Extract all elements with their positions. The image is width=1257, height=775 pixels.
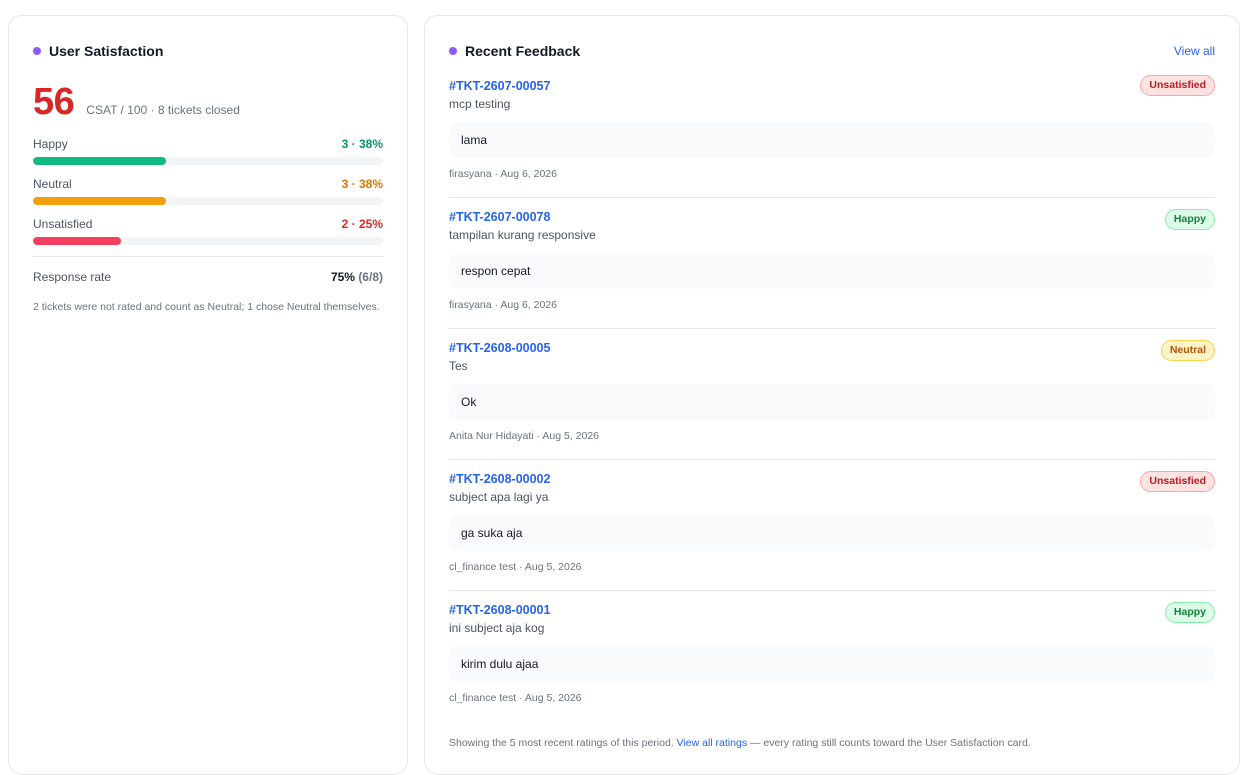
feedback-item: #TKT-2608-00005 Tes Ok Anita Nur Hidayat…: [449, 329, 1215, 460]
progress-fill: [33, 237, 121, 245]
distribution-row-unsatisfied: Unsatisfied 2 · 25%: [33, 216, 383, 256]
distribution-value: 3 · 38%: [341, 137, 383, 151]
ticket-subject: subject apa lagi ya: [449, 490, 549, 504]
distribution-label: Unsatisfied: [33, 217, 93, 231]
feedback-item: #TKT-2608-00002 subject apa lagi ya ga s…: [449, 460, 1215, 591]
feedback-item: #TKT-2607-00057 mcp testing lama firasya…: [449, 74, 1215, 198]
card-header: Recent Feedback View all: [449, 42, 1215, 60]
progress-fill: [33, 157, 166, 165]
feedback-comment: lama: [449, 122, 1215, 158]
feedback-meta: cl_finance test · Aug 5, 2026: [449, 561, 582, 573]
ticket-link[interactable]: #TKT-2607-00078: [449, 209, 1215, 225]
distribution-value: 3 · 38%: [341, 177, 383, 191]
view-all-ratings-link[interactable]: View all ratings: [677, 737, 747, 749]
distribution-label: Neutral: [33, 177, 72, 191]
footer-suffix: — every rating still counts toward the U…: [750, 737, 1031, 749]
csat-score: 56: [33, 81, 75, 123]
response-rate-label: Response rate: [33, 270, 112, 284]
feedback-meta: firasyana · Aug 6, 2026: [449, 299, 557, 311]
feedback-meta: cl_finance test · Aug 5, 2026: [449, 692, 582, 704]
ticket-link[interactable]: #TKT-2608-00005: [449, 340, 1215, 356]
feedback-comment: Ok: [449, 384, 1215, 420]
progress-track: [33, 157, 383, 165]
ticket-link[interactable]: #TKT-2607-00057: [449, 78, 1215, 94]
feedback-comment: ga suka aja: [449, 515, 1215, 551]
status-dot-icon: [449, 47, 457, 55]
score-row: 56 CSAT / 100 · 8 tickets closed: [33, 82, 383, 122]
feedback-list: #TKT-2607-00057 mcp testing lama firasya…: [449, 74, 1215, 722]
feedback-meta: Anita Nur Hidayati · Aug 5, 2026: [449, 430, 600, 442]
recent-feedback-card: Recent Feedback View all #TKT-2607-00057…: [424, 15, 1240, 775]
feedback-comment: respon cepat: [449, 253, 1215, 289]
feedback-comment: kirim dulu ajaa: [449, 646, 1215, 682]
ticket-link[interactable]: #TKT-2608-00002: [449, 471, 1215, 487]
progress-fill: [33, 197, 166, 205]
ticket-subject: ini subject aja kog: [449, 621, 545, 635]
card-title: User Satisfaction: [49, 43, 164, 59]
score-caption: CSAT / 100 · 8 tickets closed: [86, 103, 240, 117]
feedback-item: #TKT-2608-00001 ini subject aja kog kiri…: [449, 591, 1215, 722]
divider: [33, 256, 383, 257]
distribution-row-neutral: Neutral 3 · 38%: [33, 176, 383, 216]
footer-prefix: Showing the 5 most recent ratings of thi…: [449, 737, 674, 749]
rating-badge: Happy: [1164, 602, 1215, 623]
card-header: User Satisfaction: [33, 42, 383, 60]
ticket-link[interactable]: #TKT-2608-00001: [449, 602, 1215, 618]
rating-badge: Unsatisfied: [1140, 75, 1215, 96]
ticket-subject: mcp testing: [449, 97, 511, 111]
rating-distribution: Happy 3 · 38% Neutral 3 · 38% Unsatisfie…: [33, 136, 383, 256]
user-satisfaction-card: User Satisfaction 56 CSAT / 100 · 8 tick…: [8, 15, 408, 775]
rating-badge: Unsatisfied: [1140, 471, 1215, 492]
response-rate-row: Response rate 75% (6/8): [33, 270, 383, 284]
ticket-subject: Tes: [449, 359, 468, 373]
rating-badge: Neutral: [1160, 340, 1215, 361]
distribution-row-happy: Happy 3 · 38%: [33, 136, 383, 176]
status-dot-icon: [33, 47, 41, 55]
response-rate-count: (6/8): [358, 270, 383, 284]
progress-track: [33, 197, 383, 205]
ticket-subject: tampilan kurang responsive: [449, 228, 596, 242]
progress-track: [33, 237, 383, 245]
response-rate-percent: 75%: [330, 270, 355, 284]
feedback-footer-note: Showing the 5 most recent ratings of thi…: [449, 737, 1215, 749]
card-title: Recent Feedback: [465, 43, 581, 59]
response-note: 2 tickets were not rated and count as Ne…: [33, 301, 380, 313]
distribution-label: Happy: [33, 137, 68, 151]
rating-badge: Happy: [1164, 209, 1215, 230]
feedback-item: #TKT-2607-00078 tampilan kurang responsi…: [449, 198, 1215, 329]
distribution-value: 2 · 25%: [341, 217, 383, 231]
feedback-meta: firasyana · Aug 6, 2026: [449, 168, 557, 180]
response-rate-value: 75% (6/8): [331, 270, 383, 284]
view-all-link[interactable]: View all: [1174, 44, 1215, 58]
